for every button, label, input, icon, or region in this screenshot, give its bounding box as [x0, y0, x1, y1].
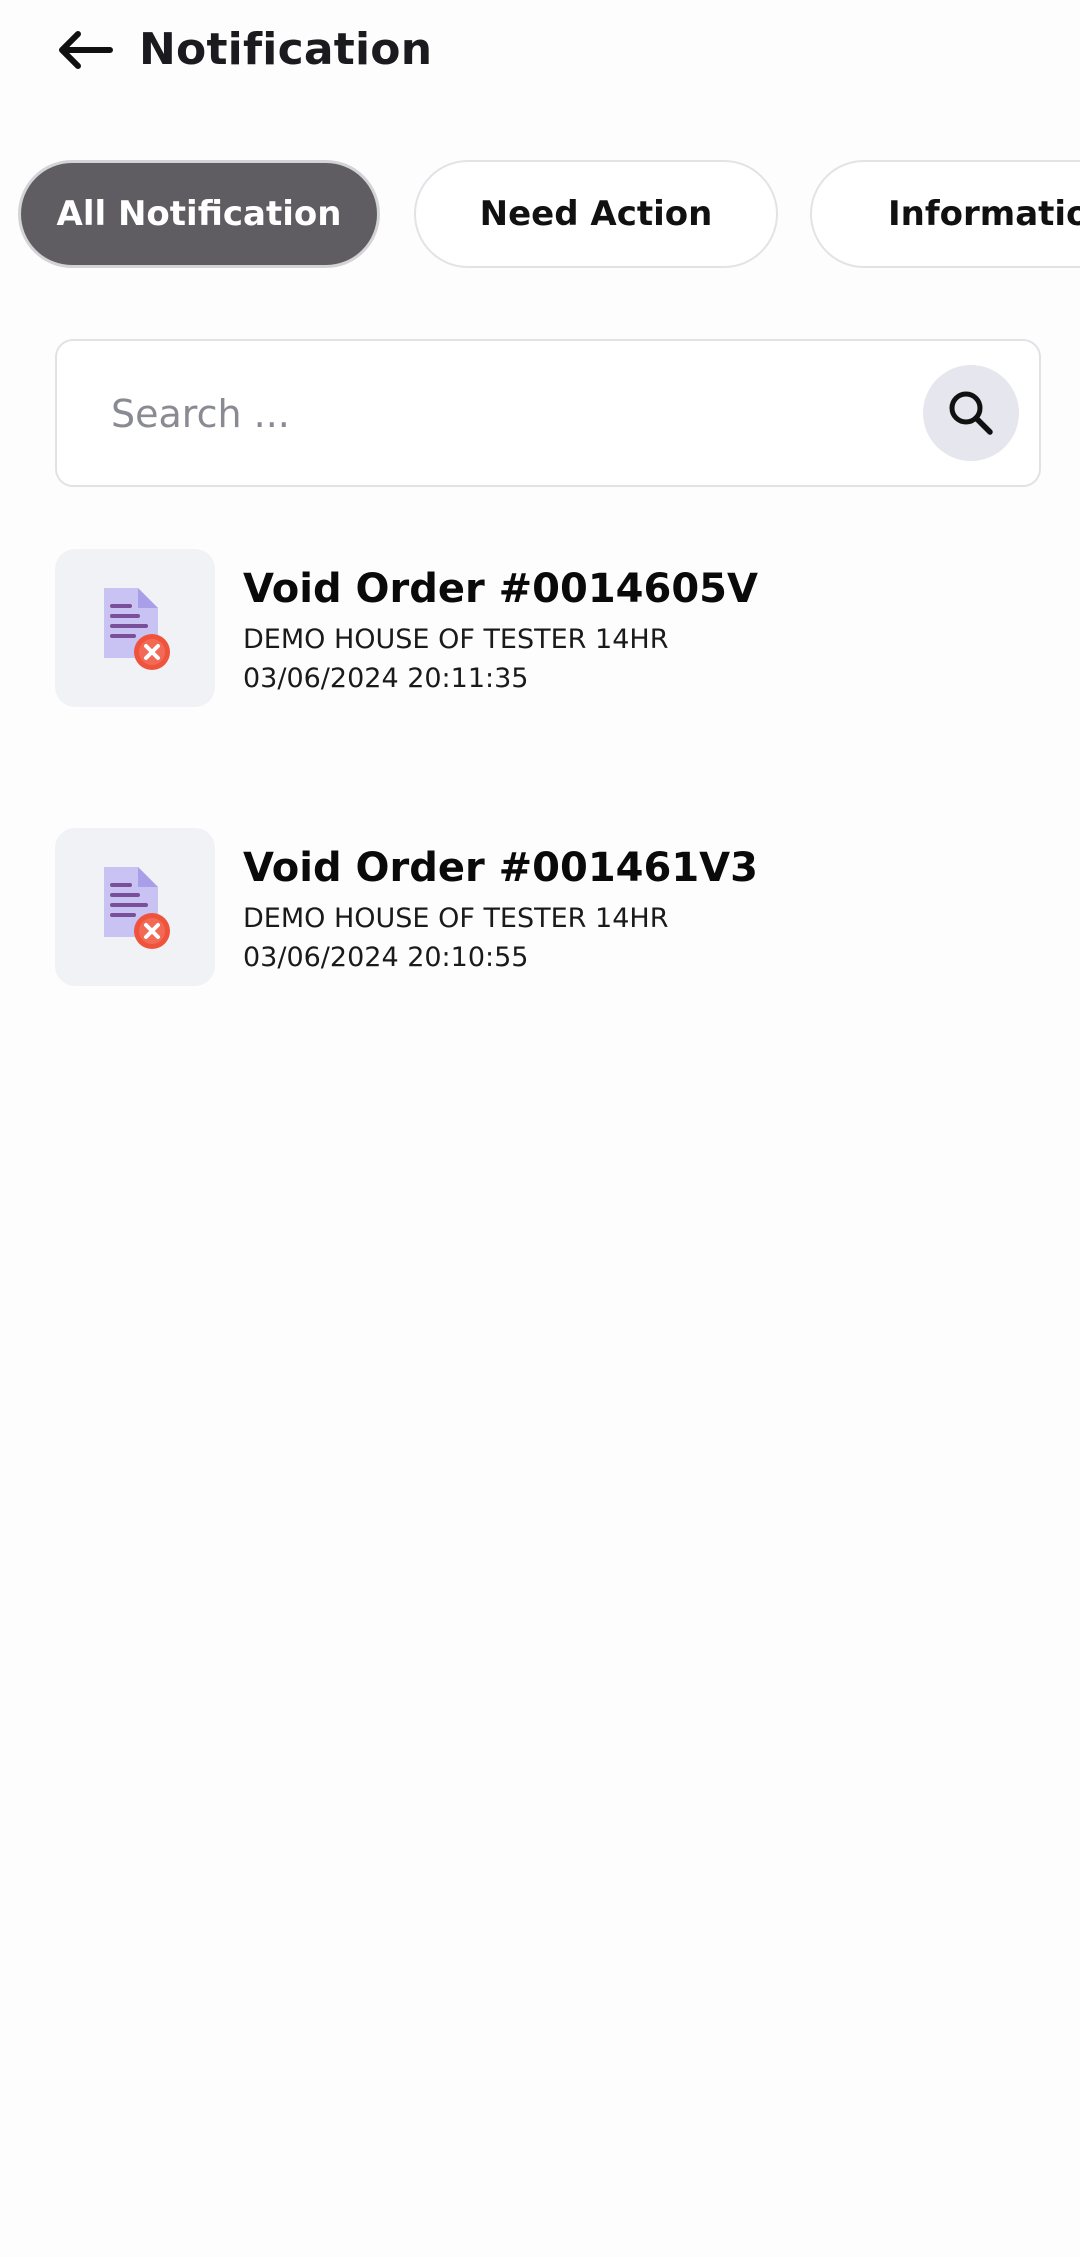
notification-title: Void Order #0014605V [243, 566, 758, 612]
search-button[interactable] [923, 365, 1019, 461]
back-button[interactable] [48, 20, 120, 80]
notification-subtitle: DEMO HOUSE OF TESTER 14HR [243, 903, 669, 934]
void-document-icon [104, 588, 170, 670]
search-bar [55, 339, 1041, 487]
filter-tabs: All Notification Need Action Information [0, 158, 1080, 274]
notification-timestamp: 03/06/2024 20:11:35 [243, 663, 529, 694]
tab-information[interactable]: Information [810, 160, 1080, 268]
search-input[interactable] [109, 375, 893, 453]
notification-item[interactable]: Void Order #0014605V DEMO HOUSE OF TESTE… [55, 549, 1040, 709]
tab-all-notification[interactable]: All Notification [18, 160, 380, 268]
tab-need-action[interactable]: Need Action [414, 160, 778, 268]
void-document-icon [104, 867, 170, 949]
app-header: Notification [0, 0, 1080, 110]
notification-icon-box [55, 828, 215, 986]
notification-item[interactable]: Void Order #001461V3 DEMO HOUSE OF TESTE… [55, 828, 1040, 988]
arrow-left-icon [59, 31, 113, 69]
notification-title: Void Order #001461V3 [243, 845, 758, 891]
notification-icon-box [55, 549, 215, 707]
notification-subtitle: DEMO HOUSE OF TESTER 14HR [243, 624, 669, 655]
search-icon [949, 391, 993, 435]
page-title: Notification [139, 24, 433, 75]
notification-timestamp: 03/06/2024 20:10:55 [243, 942, 529, 973]
